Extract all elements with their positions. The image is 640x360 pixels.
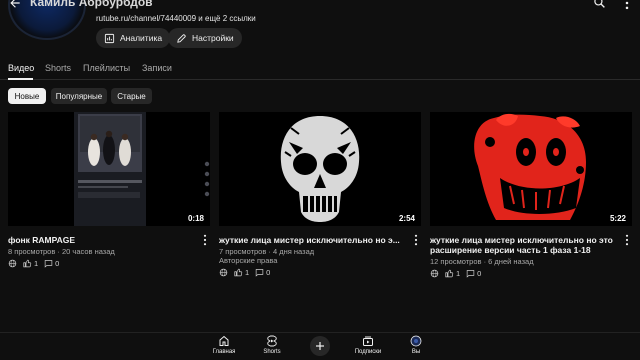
- copyright-label: Авторские права: [219, 256, 278, 265]
- video-meta: 7 просмотров · 4 дня назад: [219, 247, 315, 256]
- comments-count: 0: [477, 268, 482, 278]
- filter-popular[interactable]: Популярные: [51, 88, 107, 104]
- pencil-icon: [177, 33, 186, 43]
- thumbnail-image: [430, 112, 632, 226]
- nav-you[interactable]: Вы: [391, 335, 441, 355]
- nav-shorts-label: Shorts: [263, 349, 281, 355]
- you-icon: [410, 335, 422, 347]
- video-thumbnail[interactable]: 0:18: [8, 112, 210, 226]
- subscriptions-icon: [363, 336, 373, 346]
- analytics-button[interactable]: Аналитика: [96, 28, 171, 48]
- likes-count: 1: [456, 268, 461, 278]
- kebab-icon[interactable]: [624, 0, 630, 10]
- comments-count: 0: [266, 267, 271, 277]
- active-tab-indicator: [8, 78, 33, 80]
- video-duration: 2:54: [398, 214, 415, 223]
- tab-videos[interactable]: Видео: [8, 63, 34, 73]
- video-card[interactable]: 5:22 жуткие лица мистер исключительно но…: [430, 112, 632, 278]
- thumbs-up-icon: [445, 269, 454, 277]
- home-icon: [219, 335, 229, 346]
- comment-icon: [466, 269, 475, 278]
- video-duration: 5:22: [609, 214, 626, 223]
- search-icon[interactable]: [593, 0, 606, 9]
- top-header: Камиль Абрбурбдов: [0, 0, 640, 12]
- arrow-left-icon[interactable]: [8, 0, 22, 10]
- filter-old[interactable]: Старые: [111, 88, 152, 104]
- filter-new[interactable]: Новые: [8, 88, 46, 104]
- video-title[interactable]: фонк RAMPAGE: [8, 235, 194, 245]
- tab-playlists[interactable]: Плейлисты: [83, 63, 130, 73]
- nav-subscriptions[interactable]: Подписки: [343, 335, 393, 355]
- video-title[interactable]: жуткие лица мистер исключительно но это …: [430, 235, 616, 255]
- likes-count: 1: [34, 258, 39, 268]
- thumbs-up-icon: [23, 259, 32, 267]
- channel-tabs: Видео Shorts Плейлисты Записи: [0, 58, 640, 80]
- video-card[interactable]: 0:18 фонк RAMPAGE 8 просмотров · 20 часо…: [8, 112, 210, 268]
- analytics-icon: [104, 33, 115, 43]
- settings-label: Настройки: [192, 33, 234, 43]
- nav-you-label: Вы: [411, 349, 421, 355]
- create-button[interactable]: [310, 336, 330, 356]
- video-card[interactable]: 2:54 жуткие лица мистер исключительно но…: [219, 112, 421, 277]
- globe-icon: [8, 259, 17, 267]
- likes-count: 1: [245, 267, 250, 277]
- globe-icon: [219, 268, 228, 276]
- video-duration: 0:18: [187, 214, 204, 223]
- shorts-icon: [267, 335, 277, 347]
- more-options-icon[interactable]: [202, 234, 208, 246]
- settings-button[interactable]: Настройки: [168, 28, 242, 48]
- more-options-icon[interactable]: [624, 234, 630, 246]
- bottom-navigation: Главная Shorts Подписки Вы: [0, 332, 640, 360]
- channel-link[interactable]: rutube.ru/channel/74440009 и ещё 2 ссылк…: [96, 14, 256, 23]
- thumbs-up-icon: [234, 268, 243, 276]
- video-title[interactable]: жуткие лица мистер исключительно но э...: [219, 235, 405, 245]
- globe-icon: [430, 269, 439, 277]
- nav-subscriptions-label: Подписки: [354, 349, 382, 355]
- video-stats: 1 0: [430, 268, 481, 278]
- comment-icon: [44, 259, 53, 268]
- tab-shorts[interactable]: Shorts: [45, 63, 71, 73]
- analytics-label: Аналитика: [120, 33, 163, 43]
- comments-count: 0: [55, 258, 60, 268]
- nav-home-label: Главная: [212, 349, 236, 355]
- channel-name: Камиль Абрбурбдов: [30, 0, 153, 9]
- thumbnail-image: [219, 112, 421, 226]
- thumbnail-image: [8, 112, 210, 226]
- video-thumbnail[interactable]: 5:22: [430, 112, 632, 226]
- video-meta: 12 просмотров · 6 дней назад: [430, 257, 534, 266]
- plus-icon: [316, 342, 324, 350]
- video-meta: 8 просмотров · 20 часов назад: [8, 247, 115, 256]
- nav-home[interactable]: Главная: [199, 335, 249, 355]
- video-stats: 1 0: [219, 267, 270, 277]
- more-options-icon[interactable]: [413, 234, 419, 246]
- comment-icon: [255, 268, 264, 277]
- nav-shorts[interactable]: Shorts: [247, 335, 297, 355]
- video-stats: 1 0: [8, 258, 59, 268]
- video-thumbnail[interactable]: 2:54: [219, 112, 421, 226]
- tab-posts[interactable]: Записи: [142, 63, 172, 73]
